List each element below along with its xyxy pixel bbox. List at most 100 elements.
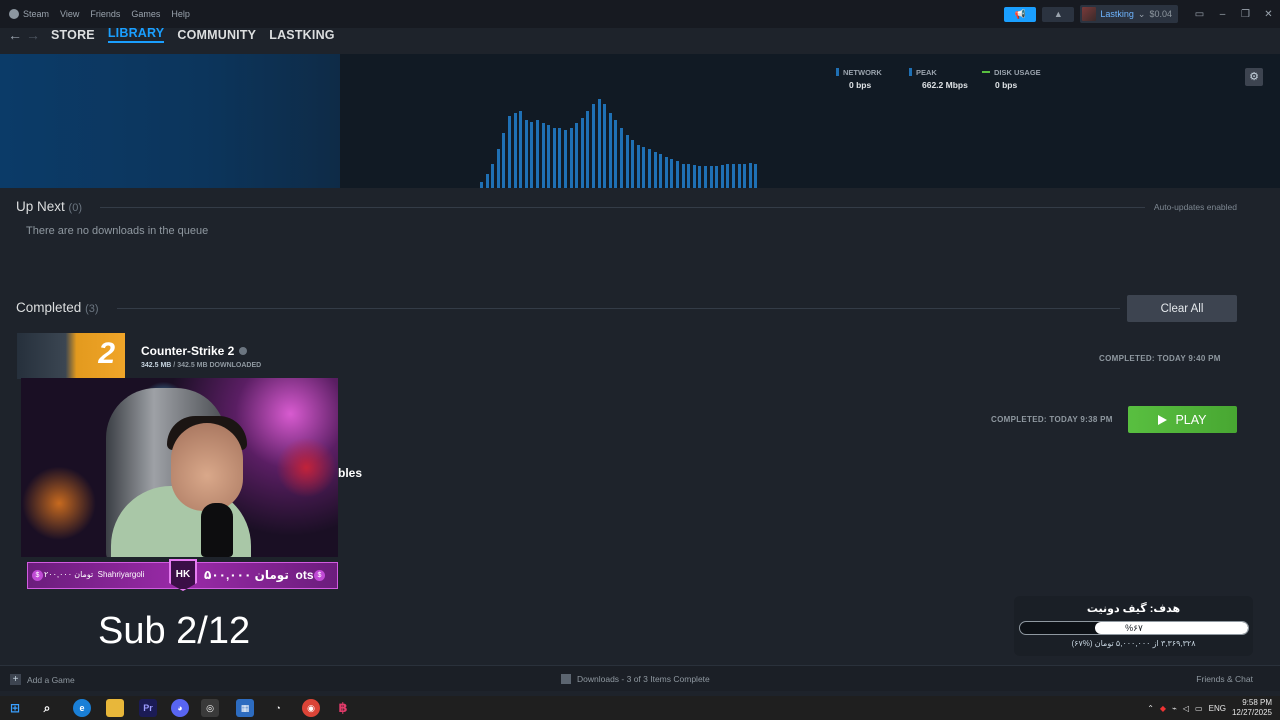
play-button[interactable]: PLAY xyxy=(1128,406,1237,433)
menu-friends[interactable]: Friends xyxy=(90,9,120,19)
account-menu[interactable]: Lastking ⌄ $0.04 xyxy=(1080,5,1178,23)
donation-left: ۲۰۰,۰۰۰ تومان Shahriyargoli xyxy=(44,570,144,579)
minimize-icon[interactable]: – xyxy=(1211,9,1234,20)
network-icon[interactable]: ⌁ xyxy=(1172,704,1177,713)
coin-icon: $ xyxy=(32,570,43,581)
search-icon[interactable]: ⌕ xyxy=(38,699,56,717)
legend-peak: PEAK 662.2 Mbps xyxy=(909,68,968,90)
graph-bar xyxy=(536,120,539,188)
battery-icon[interactable]: ▭ xyxy=(1195,704,1203,713)
graph-bar xyxy=(519,111,523,188)
graph-bar xyxy=(687,164,691,188)
graph-bar xyxy=(496,149,500,188)
divider xyxy=(117,308,1120,309)
up-next-title: Up Next (0) xyxy=(16,199,82,214)
windows-start-icon[interactable]: ⊞ xyxy=(6,699,24,717)
donation-right: ۵۰۰,۰۰۰ تومان ots xyxy=(204,568,314,582)
announcements-button[interactable]: 📢 xyxy=(1004,6,1037,22)
graph-bar xyxy=(720,165,724,188)
donation-ticker: $ ۲۰۰,۰۰۰ تومان Shahriyargoli HK ۵۰۰,۰۰۰… xyxy=(27,559,338,591)
completed-time: COMPLETED: TODAY 9:40 PM xyxy=(1099,354,1221,363)
graph-bar xyxy=(541,123,545,188)
donation-right-name: ots xyxy=(295,568,314,582)
nav-community[interactable]: COMMUNITY xyxy=(177,28,256,42)
system-tray: ⌃ ◆ ⌁ ◁ ▭ ENG 9:58 PM 12/27/2025 xyxy=(1147,696,1280,720)
game-title[interactable]: Counter-Strike 2 xyxy=(141,344,248,358)
graph-bar xyxy=(530,122,534,188)
disk-legend-mark xyxy=(982,71,990,73)
nav-library[interactable]: LIBRARY xyxy=(107,26,165,43)
graph-bar xyxy=(620,128,623,188)
graph-bar xyxy=(569,128,573,188)
obs-icon[interactable]: ◔ xyxy=(269,699,287,717)
file-explorer-icon[interactable] xyxy=(106,699,124,717)
graph-bar xyxy=(485,174,489,188)
forward-arrow-icon[interactable]: → xyxy=(24,27,42,43)
graph-bar xyxy=(653,152,657,188)
discord-icon[interactable]: ◕ xyxy=(171,699,189,717)
graph-bar xyxy=(642,147,646,188)
chevron-up-icon[interactable]: ⌃ xyxy=(1147,704,1154,713)
volume-icon[interactable]: ◁ xyxy=(1183,704,1189,713)
nav-store[interactable]: STORE xyxy=(51,28,95,42)
hk-badge: HK xyxy=(169,559,197,591)
add-game-button[interactable]: + Add a Game xyxy=(10,674,75,685)
chrome-icon[interactable]: ◉ xyxy=(302,699,320,717)
game-thumbnail[interactable]: 2 xyxy=(17,333,125,379)
play-label: PLAY xyxy=(1175,412,1207,427)
friends-chat-button[interactable]: Friends & Chat xyxy=(1196,674,1253,684)
thumbnail-logo-text: 2 xyxy=(98,337,115,370)
graph-bar xyxy=(732,164,735,188)
donation-left-amount: ۲۰۰,۰۰۰ تومان xyxy=(44,570,94,579)
menu-view[interactable]: View xyxy=(60,9,79,19)
downloads-label: Downloads - 3 of 3 Items Complete xyxy=(577,674,710,684)
graph-bar xyxy=(508,116,511,188)
streamer-face xyxy=(171,423,243,511)
graph-bar xyxy=(575,123,579,188)
back-arrow-icon[interactable]: ← xyxy=(6,27,24,43)
completed-time: COMPLETED: TODAY 9:38 PM xyxy=(991,415,1113,424)
downloaded-value: 342.5 MB DOWNLOADED xyxy=(177,362,262,369)
goal-title: هدف: گیف دونیت xyxy=(1086,603,1181,615)
maximize-icon[interactable]: ❐ xyxy=(1234,9,1257,20)
goal-progress-track: %۶۷ xyxy=(1019,621,1249,635)
close-icon[interactable]: ✕ xyxy=(1257,9,1280,20)
graph-bar xyxy=(592,104,595,188)
info-icon[interactable] xyxy=(239,347,248,355)
security-icon[interactable]: ◆ xyxy=(1160,704,1166,713)
steam-taskbar-icon[interactable]: ◎ xyxy=(201,699,219,717)
completed-count: (3) xyxy=(85,303,99,315)
graph-bar xyxy=(524,120,528,188)
store-icon[interactable]: ▦ xyxy=(236,699,254,717)
menu-steam-label: Steam xyxy=(23,8,50,19)
graph-bar xyxy=(564,130,567,188)
edge-icon[interactable]: e xyxy=(73,699,91,717)
language-indicator[interactable]: ENG xyxy=(1209,704,1226,713)
downloads-status[interactable]: Downloads - 3 of 3 Items Complete xyxy=(561,674,710,684)
nav-profile[interactable]: LASTKING xyxy=(269,28,335,42)
clear-all-button[interactable]: Clear All xyxy=(1127,295,1237,322)
divider xyxy=(100,207,1145,208)
microphone xyxy=(201,503,233,557)
coin-icon: $ xyxy=(314,570,325,581)
settings-gear-icon[interactable]: ⚙ xyxy=(1245,68,1263,86)
graph-bar xyxy=(670,159,674,188)
big-picture-icon[interactable]: ▭ xyxy=(1188,9,1211,20)
graph-bar xyxy=(664,157,668,188)
completed-label: Completed xyxy=(16,300,82,315)
premiere-icon[interactable]: Pr xyxy=(139,699,157,717)
menu-games[interactable]: Games xyxy=(131,9,160,19)
friends-chat-label: Friends & Chat xyxy=(1196,674,1253,684)
menu-help[interactable]: Help xyxy=(171,9,190,19)
graph-bar xyxy=(648,149,651,188)
notifications-button[interactable]: ▲ xyxy=(1042,6,1075,22)
clock[interactable]: 9:58 PM 12/27/2025 xyxy=(1232,698,1272,718)
menu-steam[interactable]: Steam xyxy=(9,9,49,20)
add-game-label: Add a Game xyxy=(27,674,75,685)
download-icon xyxy=(561,674,571,684)
game-title-partial[interactable]: bles xyxy=(338,466,362,480)
app-icon[interactable]: ฿ xyxy=(334,699,352,717)
download-size: 342.5 MB / 342.5 MB DOWNLOADED xyxy=(141,362,262,369)
graph-bar xyxy=(748,163,752,188)
graph-bars xyxy=(0,54,1280,188)
